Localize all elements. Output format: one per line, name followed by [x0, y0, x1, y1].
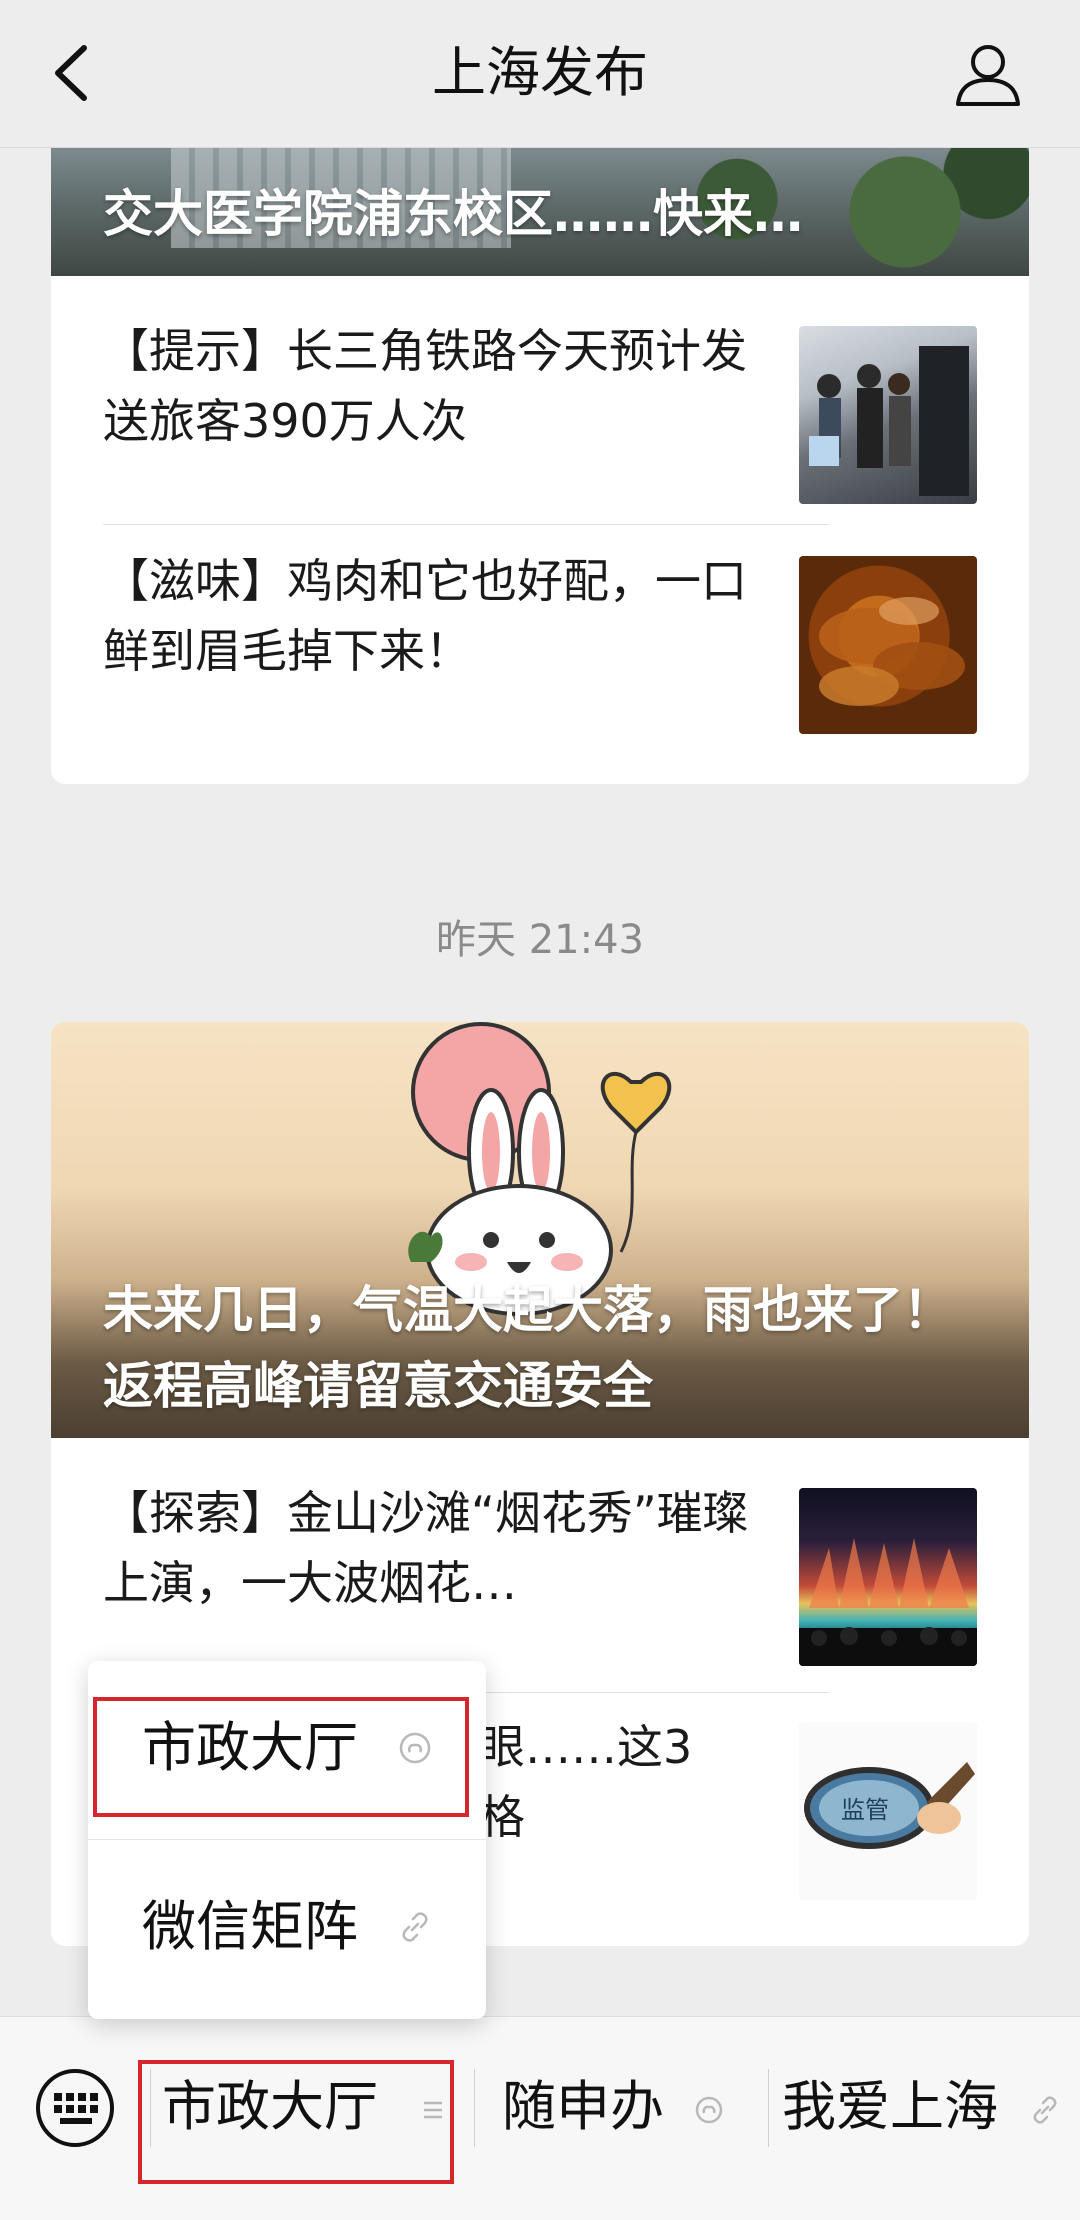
menu-item-i-love-shanghai[interactable]: 我爱上海: [782, 2065, 1062, 2149]
menu-item-label: 市政大厅: [162, 2075, 378, 2138]
railway-station-thumbnail: [799, 326, 977, 504]
fireworks-thumbnail: [799, 1488, 977, 1666]
submenu-item-label: 市政大厅: [142, 1716, 358, 1779]
account-title: 上海发布: [432, 41, 648, 104]
article-title-line: 亮眼……这3: [433, 1720, 693, 1774]
submenu-item-label: 微信矩阵: [142, 1895, 358, 1958]
article-list-item[interactable]: 【探索】金山沙滩“烟花秀”璀璨上演，一大波烟花…: [51, 1438, 1029, 1668]
supervision-magnifier-thumbnail: 监管: [799, 1722, 977, 1900]
link-icon: [402, 1912, 428, 1942]
article-title[interactable]: 亮眼……这3 合格: [433, 1712, 793, 1852]
article-list-item[interactable]: 【滋味】鸡肉和它也好配，一口鲜到眉毛掉下来！: [51, 506, 1029, 736]
hero-title[interactable]: 交大医学院浦东校区……快来…: [103, 176, 989, 252]
message-timestamp: 昨天 21:43: [436, 917, 644, 963]
submenu-item-wechat-matrix[interactable]: 微信矩阵: [88, 1840, 486, 2018]
article-title[interactable]: 【滋味】鸡肉和它也好配，一口鲜到眉毛掉下来！: [103, 546, 783, 686]
submenu-icon: [424, 2101, 442, 2119]
profile-icon[interactable]: [952, 38, 1024, 110]
hero-title[interactable]: 未来几日，气温大起大落，雨也来了！返程高峰请留意交通安全: [103, 1272, 989, 1424]
submenu-item-municipal-hall[interactable]: 市政大厅: [88, 1661, 486, 1839]
mini-program-icon: [695, 2096, 723, 2124]
braised-chicken-thumbnail: [799, 556, 977, 734]
article-title[interactable]: 【探索】金山沙滩“烟花秀”璀璨上演，一大波烟花…: [103, 1478, 783, 1618]
article-title[interactable]: 【提示】长三角铁路今天预计发送旅客390万人次: [103, 316, 783, 456]
svg-text:监管: 监管: [841, 1796, 889, 1824]
menu-divider: [150, 2069, 151, 2147]
menu-item-municipal-hall[interactable]: 市政大厅: [162, 2065, 462, 2149]
hero-image[interactable]: 未来几日，气温大起大落，雨也来了！返程高峰请留意交通安全: [51, 1022, 1029, 1438]
article-card[interactable]: 交大医学院浦东校区……快来… 【提示】长三角铁路今天预计发送旅客390万人次 【…: [51, 148, 1029, 784]
menu-divider: [474, 2069, 475, 2147]
menu-item-label: 我爱上海: [782, 2075, 998, 2138]
link-icon: [1033, 2096, 1057, 2124]
menu-item-suishenban[interactable]: 随申办: [502, 2065, 752, 2149]
menu-divider: [768, 2069, 769, 2147]
chat-header: 上海发布: [0, 0, 1080, 148]
article-list-item[interactable]: 【提示】长三角铁路今天预计发送旅客390万人次: [51, 276, 1029, 506]
article-title-line: 合格: [433, 1782, 793, 1852]
keyboard-icon[interactable]: [34, 2067, 116, 2149]
hero-image[interactable]: 交大医学院浦东校区……快来…: [51, 148, 1029, 276]
mini-program-icon: [399, 1732, 431, 1764]
bottom-menu-bar: 市政大厅 随申办 我爱上海: [0, 2016, 1080, 2220]
submenu-popup: 市政大厅 微信矩阵: [88, 1661, 486, 2019]
